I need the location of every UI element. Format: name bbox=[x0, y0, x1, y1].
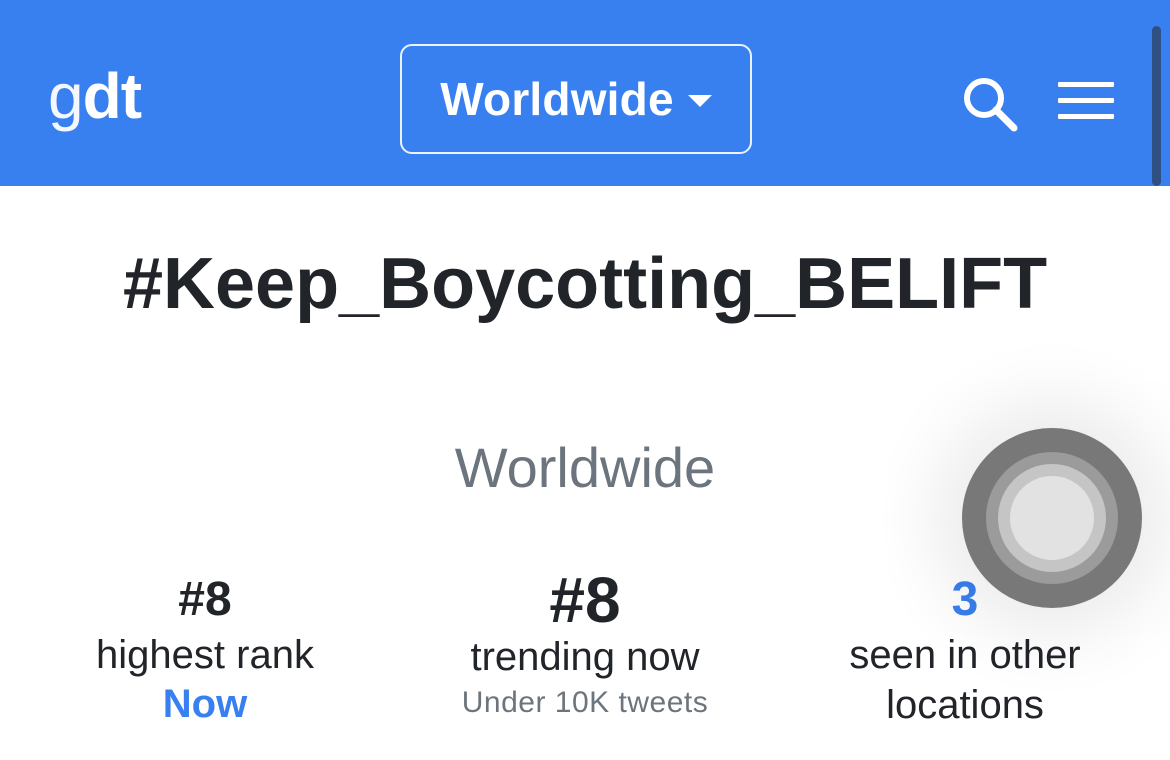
trending-now-value: #8 bbox=[549, 564, 621, 636]
gdt-logo[interactable]: gdt bbox=[48, 58, 142, 134]
assistive-touch-button[interactable] bbox=[962, 428, 1142, 608]
location-dropdown[interactable]: Worldwide bbox=[400, 44, 752, 154]
highest-rank-label: highest rank bbox=[96, 633, 314, 677]
location-dropdown-label: Worldwide bbox=[440, 73, 674, 125]
logo-g: g bbox=[48, 60, 84, 132]
trend-title: #Keep_Boycotting_BELIFT bbox=[122, 244, 1048, 324]
hamburger-menu-icon bbox=[1058, 82, 1114, 119]
logo-dt: dt bbox=[82, 60, 142, 132]
highest-rank-time-link[interactable]: Now bbox=[10, 680, 400, 728]
assistive-touch-core bbox=[1010, 476, 1094, 560]
tweet-volume: Under 10K tweets bbox=[461, 686, 709, 719]
caret-down-icon bbox=[687, 95, 712, 107]
other-locations-label: seen in other locations bbox=[849, 633, 1081, 727]
top-navbar: gdt Worldwide bbox=[0, 0, 1170, 186]
stat-highest-rank: #8 highest rank Now bbox=[10, 570, 400, 728]
highest-rank-value: #8 bbox=[178, 573, 232, 626]
search-icon bbox=[964, 78, 1018, 132]
menu-button[interactable] bbox=[1056, 78, 1116, 124]
page-scrollbar[interactable] bbox=[1152, 26, 1161, 186]
trending-now-label: trending now bbox=[470, 635, 700, 679]
stat-trending-now: #8 trending now Under 10K tweets bbox=[390, 564, 780, 724]
search-button[interactable] bbox=[958, 72, 1022, 136]
stat-other-locations: 3 seen in other locations bbox=[770, 570, 1160, 730]
